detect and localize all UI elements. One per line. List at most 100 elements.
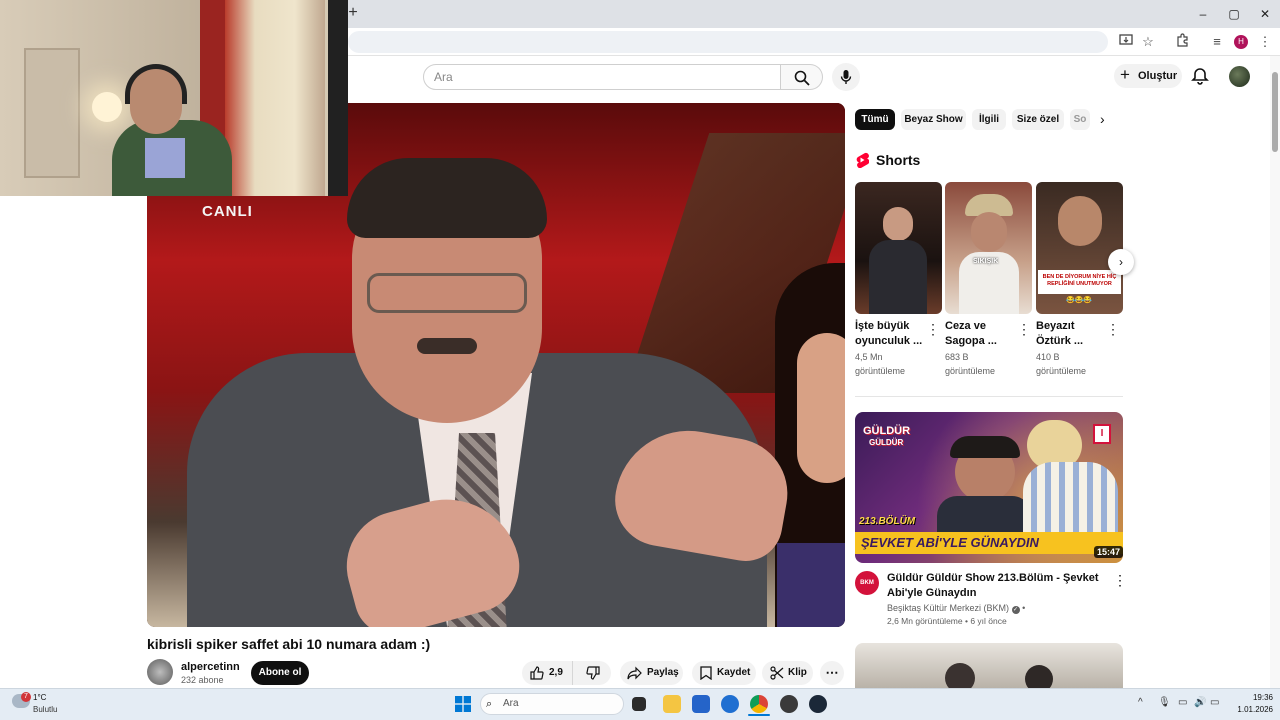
- share-icon: [627, 666, 642, 680]
- maximize-button[interactable]: ▢: [1222, 4, 1246, 24]
- windows-start-icon[interactable]: [455, 696, 471, 712]
- video-frame-woman-face: [797, 333, 845, 483]
- chevron-up-icon[interactable]: ^: [1138, 697, 1143, 708]
- reading-list-icon[interactable]: ≡: [1208, 33, 1226, 51]
- separator-dot: •: [1022, 603, 1026, 613]
- more-actions-button[interactable]: ⋯: [820, 661, 844, 685]
- save-button[interactable]: Kaydet: [692, 661, 756, 685]
- section-divider: [855, 396, 1123, 397]
- active-app-indicator: [748, 714, 770, 716]
- video-frame-man-hair: [347, 158, 547, 238]
- scissors-icon: [770, 666, 784, 680]
- video-frame-woman-dress: [777, 543, 845, 627]
- clock-date[interactable]: 1.01.2026: [1223, 705, 1273, 714]
- short-views: 410 Bgörüntüleme: [1036, 352, 1087, 376]
- chip-all[interactable]: Tümü: [855, 109, 895, 130]
- thumbnail-logo: GÜLDÜR GÜLDÜR: [863, 425, 911, 448]
- search-input[interactable]: Ara: [423, 64, 781, 90]
- outlook-icon[interactable]: [721, 695, 739, 713]
- webcam-person-shirt: [145, 138, 185, 178]
- weather-temperature[interactable]: 1°C: [33, 693, 46, 702]
- battery-icon[interactable]: ▭: [1210, 697, 1219, 708]
- browser-profile-avatar[interactable]: H: [1234, 35, 1248, 49]
- more-vertical-icon[interactable]: ⋮: [1017, 322, 1031, 336]
- recommended-video-title[interactable]: Güldür Güldür Show 213.Bölüm - Şevket Ab…: [887, 571, 1102, 601]
- channel-name[interactable]: alpercetinn: [181, 661, 240, 673]
- recommended-channel-logo[interactable]: BKM: [855, 571, 879, 595]
- address-bar[interactable]: [348, 31, 1108, 53]
- new-tab-button[interactable]: +: [346, 4, 360, 22]
- task-view-icon[interactable]: [632, 697, 646, 711]
- recommended-channel-name[interactable]: Beşiktaş Kültür Merkezi (BKM) ✓ •: [887, 603, 1025, 614]
- minimize-button[interactable]: –: [1191, 4, 1215, 24]
- thumbs-down-icon: [586, 666, 600, 680]
- thumbnail-caption: ŞEVKET ABİ'YLE GÜNAYDIN: [855, 532, 1123, 554]
- obs-icon[interactable]: [780, 695, 798, 713]
- voice-search-button[interactable]: [832, 63, 860, 91]
- shorts-heading: Shorts: [876, 152, 921, 168]
- bookmark-star-icon[interactable]: ☆: [1139, 33, 1157, 51]
- chrome-icon[interactable]: [750, 695, 768, 713]
- clip-label: Klip: [788, 667, 807, 678]
- network-icon[interactable]: ▭: [1178, 697, 1187, 708]
- notifications-bell-icon[interactable]: [1190, 66, 1210, 86]
- recommended-video-thumbnail[interactable]: GÜLDÜR GÜLDÜR I 213.BÖLÜM ŞEVKET ABİ'YLE …: [855, 412, 1123, 563]
- weather-badge: 7: [21, 692, 31, 702]
- search-icon: ⌕: [486, 698, 493, 710]
- like-button[interactable]: 2,9 B: [522, 661, 572, 702]
- clip-button[interactable]: Klip: [762, 661, 813, 685]
- chip-partial[interactable]: So: [1070, 109, 1090, 130]
- steam-icon[interactable]: [809, 695, 827, 713]
- extensions-icon[interactable]: [1173, 33, 1191, 51]
- chevron-right-icon[interactable]: ›: [1100, 111, 1105, 127]
- taskbar-search-input[interactable]: Ara: [480, 693, 624, 715]
- short-thumbnail[interactable]: SIKIŞIK: [945, 182, 1032, 314]
- dislike-button[interactable]: [572, 661, 611, 685]
- video-duration: 15:47: [1094, 546, 1124, 558]
- short-title[interactable]: İşte büyük oyunculuk ...: [855, 319, 925, 349]
- user-avatar[interactable]: [1229, 66, 1250, 87]
- recommended-video-thumbnail[interactable]: [855, 643, 1123, 688]
- webcam-overlay: [0, 0, 348, 196]
- recommended-video-meta: 2,6 Mn görüntüleme • 6 yıl önce: [887, 616, 1007, 626]
- weather-condition[interactable]: Bulutlu: [33, 705, 57, 714]
- browser-menu-icon[interactable]: ⋮: [1256, 33, 1274, 51]
- short-title[interactable]: Ceza ve Sagopa ...: [945, 319, 1015, 349]
- chevron-right-icon: ›: [1119, 255, 1123, 269]
- chip-beyaz-show[interactable]: Beyaz Show: [901, 109, 966, 130]
- clock-time[interactable]: 19:36: [1233, 693, 1273, 702]
- close-window-button[interactable]: ✕: [1253, 4, 1277, 24]
- save-label: Kaydet: [717, 667, 751, 678]
- store-icon[interactable]: [692, 695, 710, 713]
- chip-related[interactable]: İlgili: [972, 109, 1006, 130]
- webcam-door: [24, 48, 80, 178]
- more-vertical-icon[interactable]: ⋮: [926, 322, 940, 336]
- more-vertical-icon[interactable]: ⋮: [1106, 322, 1120, 336]
- chip-for-you[interactable]: Size özel: [1012, 109, 1064, 130]
- file-explorer-icon[interactable]: [663, 695, 681, 713]
- more-vertical-icon[interactable]: ⋮: [1113, 572, 1127, 589]
- webcam-edge: [328, 0, 348, 196]
- live-label: CANLI: [202, 203, 253, 220]
- short-thumbnail[interactable]: [855, 182, 942, 314]
- short-thumbnail[interactable]: BEN DE DİYORUM NİYE HİÇ REPLİĞİNİ UNUTMU…: [1036, 182, 1123, 314]
- short-title[interactable]: Beyazıt Öztürk ...: [1036, 319, 1106, 349]
- short-overlay-emoji: 😂😂😂: [1066, 297, 1093, 304]
- search-icon: [794, 70, 810, 86]
- install-app-icon[interactable]: [1117, 33, 1135, 51]
- bookmark-icon: [700, 666, 712, 680]
- shorts-next-button[interactable]: ›: [1108, 249, 1134, 275]
- channel-avatar[interactable]: [147, 659, 173, 685]
- share-label: Paylaş: [647, 667, 679, 678]
- share-button[interactable]: Paylaş: [620, 661, 683, 685]
- plus-icon: +: [1120, 65, 1130, 84]
- subscribe-button[interactable]: Abone ol: [251, 661, 309, 685]
- short-views: 4,5 Mn görüntüleme: [855, 352, 906, 376]
- webcam-lamp: [92, 92, 122, 122]
- video-frame-man-glasses: [367, 273, 527, 313]
- volume-icon[interactable]: 🔊: [1194, 697, 1206, 708]
- shorts-logo-icon: [855, 152, 870, 169]
- search-button[interactable]: [781, 64, 823, 90]
- microphone-icon[interactable]: 🎙: [1158, 697, 1171, 708]
- scrollbar-thumb[interactable]: [1272, 72, 1278, 152]
